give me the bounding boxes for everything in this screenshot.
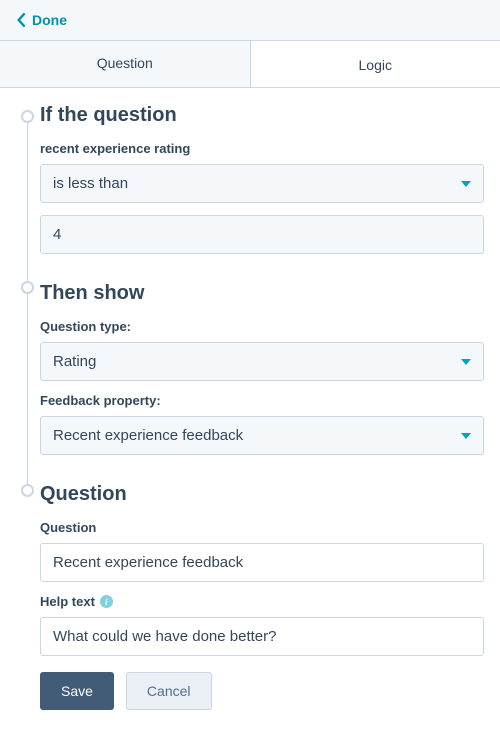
button-row: Save Cancel (40, 672, 484, 710)
chevron-down-icon (461, 433, 471, 439)
heading-question: Question (40, 483, 484, 506)
cancel-button[interactable]: Cancel (126, 672, 212, 710)
feedback-prop-label: Feedback property: (40, 393, 484, 408)
topbar: Done (0, 0, 500, 41)
operator-select[interactable]: is less than (40, 164, 484, 203)
chevron-down-icon (461, 181, 471, 187)
chevron-left-icon (16, 13, 26, 27)
question-type-value: Rating (53, 353, 96, 370)
question-input[interactable] (40, 543, 484, 582)
section-if: If the question recent experience rating… (40, 88, 484, 266)
tabs: Question Logic (0, 41, 500, 88)
question-type-label: Question type: (40, 319, 484, 334)
feedback-prop-value: Recent experience feedback (53, 427, 243, 444)
operator-value: is less than (53, 175, 128, 192)
chevron-down-icon (461, 359, 471, 365)
done-label: Done (32, 12, 67, 28)
condition-label: recent experience rating (40, 141, 484, 156)
section-then: Then show Question type: Rating Feedback… (40, 266, 484, 455)
timeline-dot-question (21, 484, 34, 497)
heading-if: If the question (40, 104, 484, 127)
feedback-prop-select[interactable]: Recent experience feedback (40, 416, 484, 455)
section-question: Question Question Help text i Save Cance… (40, 467, 484, 710)
question-type-select[interactable]: Rating (40, 342, 484, 381)
question-label: Question (40, 520, 484, 535)
timeline-dot-then (21, 281, 34, 294)
content: If the question recent experience rating… (0, 88, 500, 730)
help-text-input[interactable] (40, 617, 484, 656)
value-input[interactable] (40, 215, 484, 254)
help-text-label: Help text i (40, 594, 484, 609)
tab-question[interactable]: Question (0, 41, 251, 87)
tab-logic[interactable]: Logic (251, 41, 500, 87)
heading-then: Then show (40, 282, 484, 305)
timeline-dot-if (21, 110, 34, 123)
save-button[interactable]: Save (40, 672, 114, 710)
info-icon[interactable]: i (100, 595, 113, 608)
done-link[interactable]: Done (16, 12, 67, 28)
help-label-text: Help text (40, 594, 95, 609)
